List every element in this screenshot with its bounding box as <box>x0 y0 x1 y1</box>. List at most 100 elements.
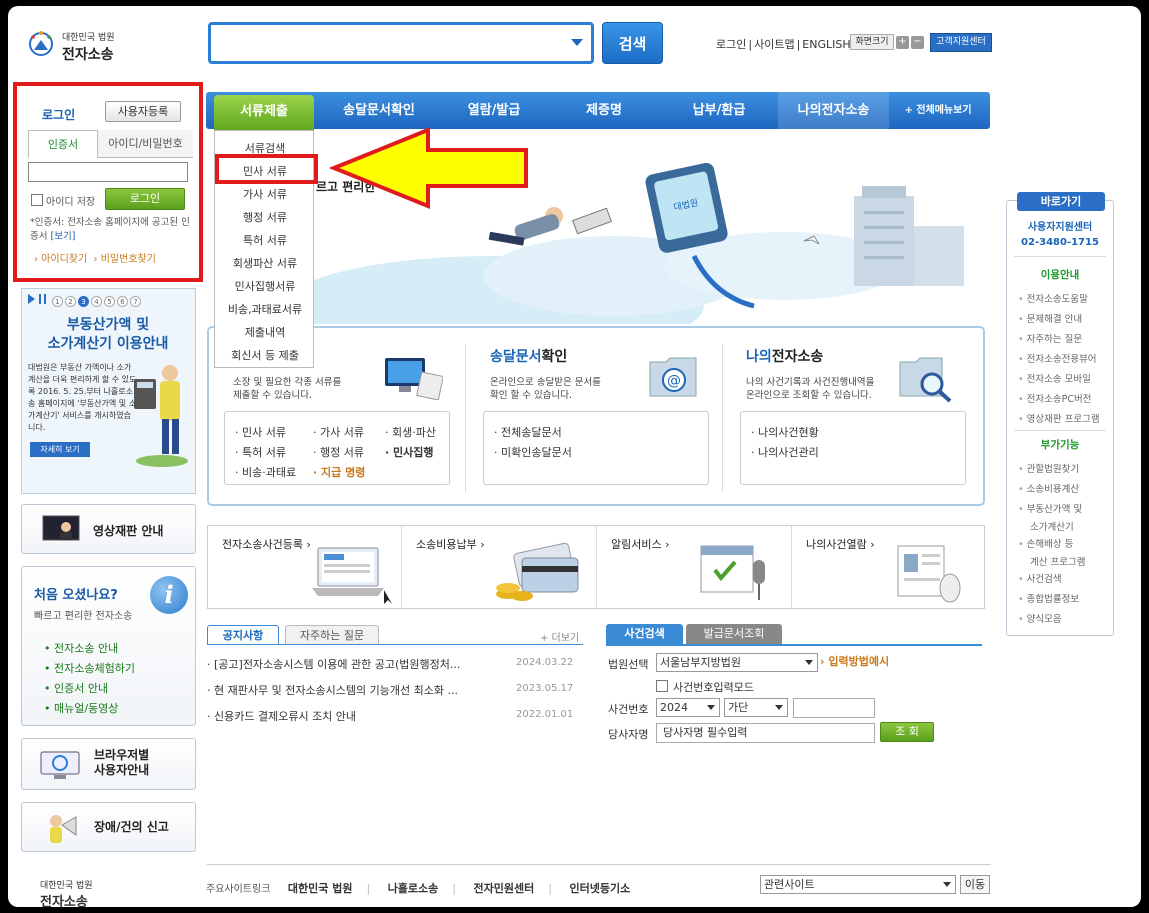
input-example-link[interactable]: › 입력방법예시 <box>820 653 889 669</box>
court-select[interactable]: 서울남부지방법원 <box>656 653 818 672</box>
menu-item-patent[interactable]: 특허 서류 <box>215 229 315 252</box>
list-item[interactable]: · 전체송달문서 <box>494 424 562 440</box>
play-icon[interactable] <box>28 294 35 304</box>
english-link[interactable]: ENGLISH <box>802 38 850 51</box>
list-item[interactable]: · 지급 명령 <box>313 464 365 480</box>
list-item[interactable]: · 나의사건현황 <box>751 424 819 440</box>
tab-case-search[interactable]: 사건검색 <box>606 624 683 644</box>
quick-case-register[interactable]: 전자소송사건등록 › <box>208 526 402 610</box>
case-search-button[interactable]: 조 회 <box>880 722 934 742</box>
list-item[interactable]: · 민사 서류 <box>235 424 286 440</box>
nav-payment[interactable]: 납부/환급 <box>664 92 774 129</box>
party-name-input[interactable]: 당사자명 필수입력 <box>656 723 875 743</box>
nav-certificate[interactable]: 제증명 <box>554 92 654 129</box>
banner-page-5[interactable]: 5 <box>104 296 115 307</box>
banner-page-4[interactable]: 4 <box>91 296 102 307</box>
banner-page-2[interactable]: 2 <box>65 296 76 307</box>
list-item[interactable]: 인증서 안내 <box>44 679 135 699</box>
list-item[interactable]: 전자소송 안내 <box>44 639 135 659</box>
quick-notification[interactable]: 알림서비스 › <box>597 526 792 610</box>
search-input[interactable] <box>208 22 594 64</box>
list-item[interactable]: 매뉴얼/동영상 <box>44 699 135 719</box>
go-button[interactable]: 이동 <box>960 875 990 894</box>
extra-link[interactable]: 부동산가액 및 <box>1018 503 1082 516</box>
guide-link[interactable]: 영상재판 프로그램 <box>1018 413 1100 426</box>
extra-link[interactable]: 손해배상 등 <box>1018 538 1074 551</box>
footer-link[interactable]: 대한민국 법원 <box>288 882 353 895</box>
tab-notice[interactable]: 공지사항 <box>207 625 279 645</box>
pause-icon[interactable] <box>39 294 46 304</box>
list-item[interactable]: · 민사집행 <box>385 444 434 460</box>
guide-link[interactable]: 전자소송 모바일 <box>1018 373 1091 386</box>
site-logo[interactable]: 대한민국 법원 전자소송 <box>24 24 134 64</box>
extra-link[interactable]: 관할법원찾기 <box>1018 463 1079 476</box>
menu-item-bankruptcy[interactable]: 회생파산 서류 <box>215 252 315 275</box>
list-item[interactable]: · 특허 서류 <box>235 444 286 460</box>
find-id-link[interactable]: › 아이디찾기 <box>34 254 87 265</box>
case-type-select[interactable]: 가단 <box>724 698 788 717</box>
menu-item-admin[interactable]: 행정 서류 <box>215 206 315 229</box>
banner-page-6[interactable]: 6 <box>117 296 128 307</box>
nav-document-submit[interactable]: 서류제출 <box>214 95 314 131</box>
notice-item[interactable]: · 신용카드 결제오류시 조치 안내 <box>207 708 507 724</box>
extra-link[interactable]: 소송비용계산 <box>1018 483 1079 496</box>
notice-item[interactable]: · 현 재판사무 및 전자소송시스템의 기능개선 최소화 ... <box>207 682 507 698</box>
related-sites-select[interactable]: 관련사이트 <box>760 875 956 894</box>
nav-all-menu[interactable]: + 전체메뉴보기 <box>888 92 988 129</box>
extra-link[interactable]: 종합법률정보 <box>1018 593 1079 606</box>
delivery-title[interactable]: 송달문서확인 <box>490 346 567 366</box>
extra-link-cont[interactable]: 계산 프로그램 <box>1030 554 1085 568</box>
find-password-link[interactable]: › 비밀번호찾기 <box>94 254 156 265</box>
extra-link[interactable]: 양식모음 <box>1018 613 1062 626</box>
list-item[interactable]: · 나의사건관리 <box>751 444 819 460</box>
list-item[interactable]: 전자소송체험하기 <box>44 659 135 679</box>
footer-link[interactable]: 인터넷등기소 <box>569 882 630 895</box>
menu-item-history[interactable]: 제출내역 <box>215 321 315 344</box>
list-item[interactable]: · 미확인송달문서 <box>494 444 572 460</box>
list-item[interactable]: · 행정 서류 <box>313 444 364 460</box>
guide-link[interactable]: 전자소송전용뷰어 <box>1018 353 1097 366</box>
extra-link[interactable]: 사건검색 <box>1018 573 1062 586</box>
tab-faq[interactable]: 자주하는 질문 <box>285 625 379 645</box>
extra-link-cont[interactable]: 소가계산기 <box>1030 519 1074 533</box>
chevron-down-icon[interactable] <box>571 39 583 46</box>
case-year-select[interactable]: 2024 <box>656 698 720 717</box>
guide-link[interactable]: 전자소송도움말 <box>1018 293 1088 306</box>
banner-page-3[interactable]: 3 <box>78 296 89 307</box>
nav-my-litigation[interactable]: 나의전자소송 <box>778 92 889 129</box>
quick-my-case[interactable]: 나의사건열람 › <box>792 526 986 610</box>
menu-item-family[interactable]: 가사 서류 <box>215 183 315 206</box>
font-minus-button[interactable]: − <box>911 36 924 49</box>
certificate-input[interactable] <box>28 162 188 182</box>
nav-delivery[interactable]: 송달문서확인 <box>324 92 434 129</box>
font-plus-button[interactable]: + <box>896 36 909 49</box>
sitemap-link[interactable]: 사이트맵 <box>754 38 794 51</box>
cert-view-link[interactable]: [보기] <box>51 231 76 242</box>
list-item[interactable]: · 회생·파산 <box>385 424 436 440</box>
menu-item-nonlitigation[interactable]: 비송,과태료서류 <box>215 298 315 321</box>
menu-item-execution[interactable]: 민사집행서류 <box>215 275 315 298</box>
tab-id-password[interactable]: 아이디/비밀번호 <box>98 130 193 158</box>
notice-more-link[interactable]: + 더보기 <box>540 629 579 644</box>
banner-more-button[interactable]: 자세히 보기 <box>30 442 90 457</box>
banner-page-1[interactable]: 1 <box>52 296 63 307</box>
footer-link[interactable]: 전자민원센터 <box>474 882 535 895</box>
nav-view-issue[interactable]: 열람/발급 <box>444 92 544 129</box>
tab-certificate[interactable]: 인증서 <box>28 130 98 158</box>
tab-issued-docs[interactable]: 발급문서조회 <box>686 624 782 644</box>
search-button[interactable]: 검색 <box>602 22 663 64</box>
my-litigation-title[interactable]: 나의전자소송 <box>746 346 823 366</box>
list-item[interactable]: · 비송·과태료 <box>235 464 296 480</box>
direct-input-checkbox[interactable] <box>656 680 668 692</box>
support-center-button[interactable]: 고객지원센터 <box>930 33 992 52</box>
save-id-checkbox[interactable] <box>31 194 43 206</box>
guide-link[interactable]: 문제해결 안내 <box>1018 313 1082 326</box>
menu-item-reply[interactable]: 회신서 등 제출 <box>215 344 315 367</box>
guide-link[interactable]: 전자소송PC버전 <box>1018 393 1092 406</box>
list-item[interactable]: · 가사 서류 <box>313 424 364 440</box>
register-button[interactable]: 사용자등록 <box>105 101 181 122</box>
login-button[interactable]: 로그인 <box>105 188 185 210</box>
login-link[interactable]: 로그인 <box>716 38 746 51</box>
banner-page-7[interactable]: 7 <box>130 296 141 307</box>
notice-item[interactable]: · [공고]전자소송시스템 이용에 관한 공고(법원행정처... <box>207 656 507 672</box>
